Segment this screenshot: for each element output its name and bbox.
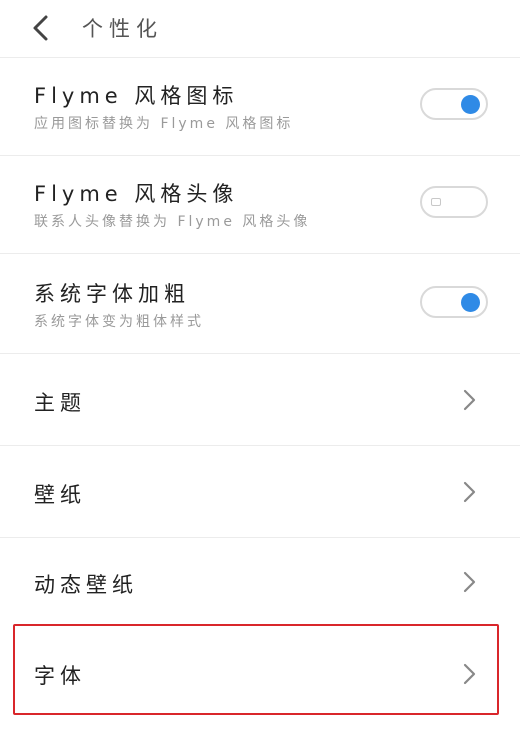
setting-title: 壁纸 <box>34 483 86 507</box>
setting-subtitle: 系统字体变为粗体样式 <box>34 314 204 330</box>
setting-title: 主题 <box>34 391 86 415</box>
toggle-knob <box>461 95 480 114</box>
setting-bold-font[interactable]: 系统字体加粗 系统字体变为粗体样式 <box>0 254 520 354</box>
setting-flyme-icons[interactable]: Flyme 风格图标 应用图标替换为 Flyme 风格图标 <box>0 58 520 156</box>
chevron-right-icon <box>460 480 478 504</box>
setting-subtitle: 应用图标替换为 Flyme 风格图标 <box>34 116 294 132</box>
toggle-knob <box>431 198 441 206</box>
setting-title: 动态壁纸 <box>34 573 138 597</box>
flyme-avatars-toggle[interactable] <box>420 186 488 218</box>
setting-title: Flyme 风格头像 <box>34 182 239 206</box>
setting-flyme-avatars[interactable]: Flyme 风格头像 联系人头像替换为 Flyme 风格头像 <box>0 156 520 254</box>
setting-wallpaper[interactable]: 壁纸 <box>0 446 520 538</box>
setting-subtitle: 联系人头像替换为 Flyme 风格头像 <box>34 214 311 230</box>
highlight-annotation <box>13 624 499 715</box>
title-bar: 个性化 <box>0 0 520 58</box>
back-button[interactable] <box>26 12 58 44</box>
chevron-right-icon <box>460 570 478 594</box>
toggle-knob <box>461 293 480 312</box>
flyme-icons-toggle[interactable] <box>420 88 488 120</box>
setting-theme[interactable]: 主题 <box>0 354 520 446</box>
bold-font-toggle[interactable] <box>420 286 488 318</box>
setting-live-wallpaper[interactable]: 动态壁纸 <box>0 538 520 628</box>
chevron-left-icon <box>33 15 48 41</box>
setting-title: 系统字体加粗 <box>34 282 190 306</box>
chevron-right-icon <box>460 388 478 412</box>
setting-title: Flyme 风格图标 <box>34 84 239 108</box>
page-title: 个性化 <box>82 17 163 41</box>
